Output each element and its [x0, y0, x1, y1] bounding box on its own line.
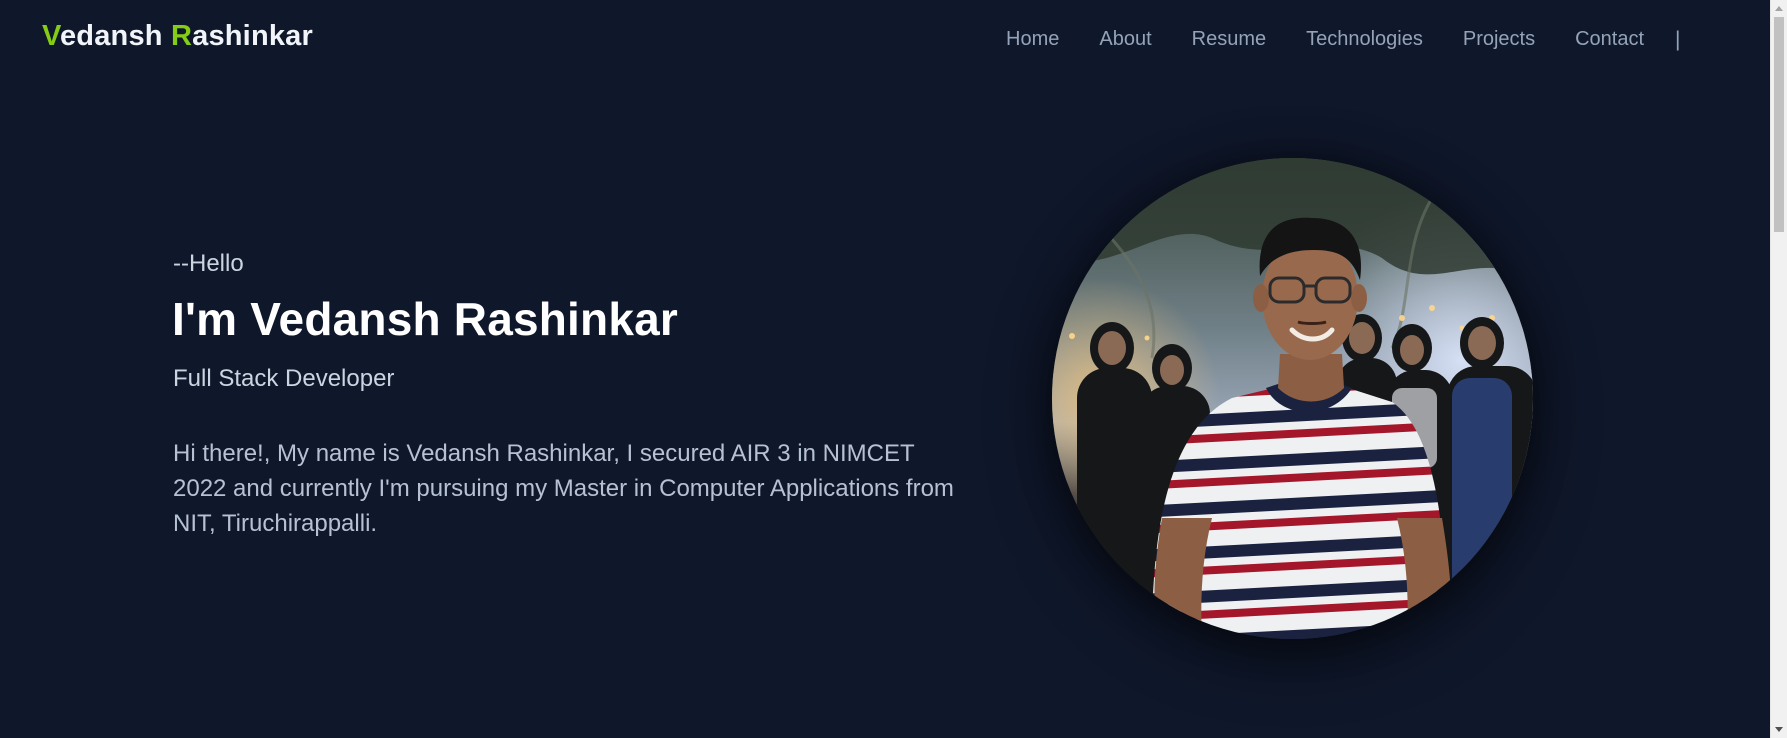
- profile-photo: [1052, 158, 1533, 639]
- logo-initial-first: V: [42, 20, 60, 52]
- nav-link-resume[interactable]: Resume: [1192, 28, 1266, 51]
- scroll-down-arrow-icon[interactable]: [1775, 727, 1783, 732]
- portfolio-page: Vedansh Rashinkar Home About Resume Tech…: [0, 0, 1787, 738]
- logo-initial-last: R: [170, 20, 193, 52]
- logo-last-name-rest: ashinkar: [192, 20, 313, 52]
- nav-link-home[interactable]: Home: [1006, 28, 1059, 51]
- nav-link-projects[interactable]: Projects: [1463, 28, 1535, 51]
- main-nav: Home About Resume Technologies Projects …: [1006, 26, 1681, 52]
- nav-link-about[interactable]: About: [1099, 28, 1151, 51]
- nav-separator: |: [1675, 28, 1681, 51]
- hero-headline: I'm Vedansh Rashinkar: [172, 293, 678, 345]
- hero-bio: Hi there!, My name is Vedansh Rashinkar,…: [173, 440, 954, 537]
- scrollbar-thumb[interactable]: [1774, 17, 1784, 232]
- site-logo[interactable]: Vedansh Rashinkar: [42, 20, 313, 53]
- scroll-up-arrow-icon[interactable]: [1775, 6, 1783, 11]
- page-scrollbar[interactable]: [1770, 0, 1787, 738]
- nav-link-contact[interactable]: Contact: [1575, 28, 1644, 51]
- hero-greeting: --Hello: [173, 250, 244, 277]
- logo-first-name-rest: edansh: [59, 20, 163, 52]
- hero-role: Full Stack Developer: [173, 365, 395, 392]
- nav-link-technologies[interactable]: Technologies: [1306, 28, 1423, 51]
- profile-photo-illustration: [1052, 158, 1533, 639]
